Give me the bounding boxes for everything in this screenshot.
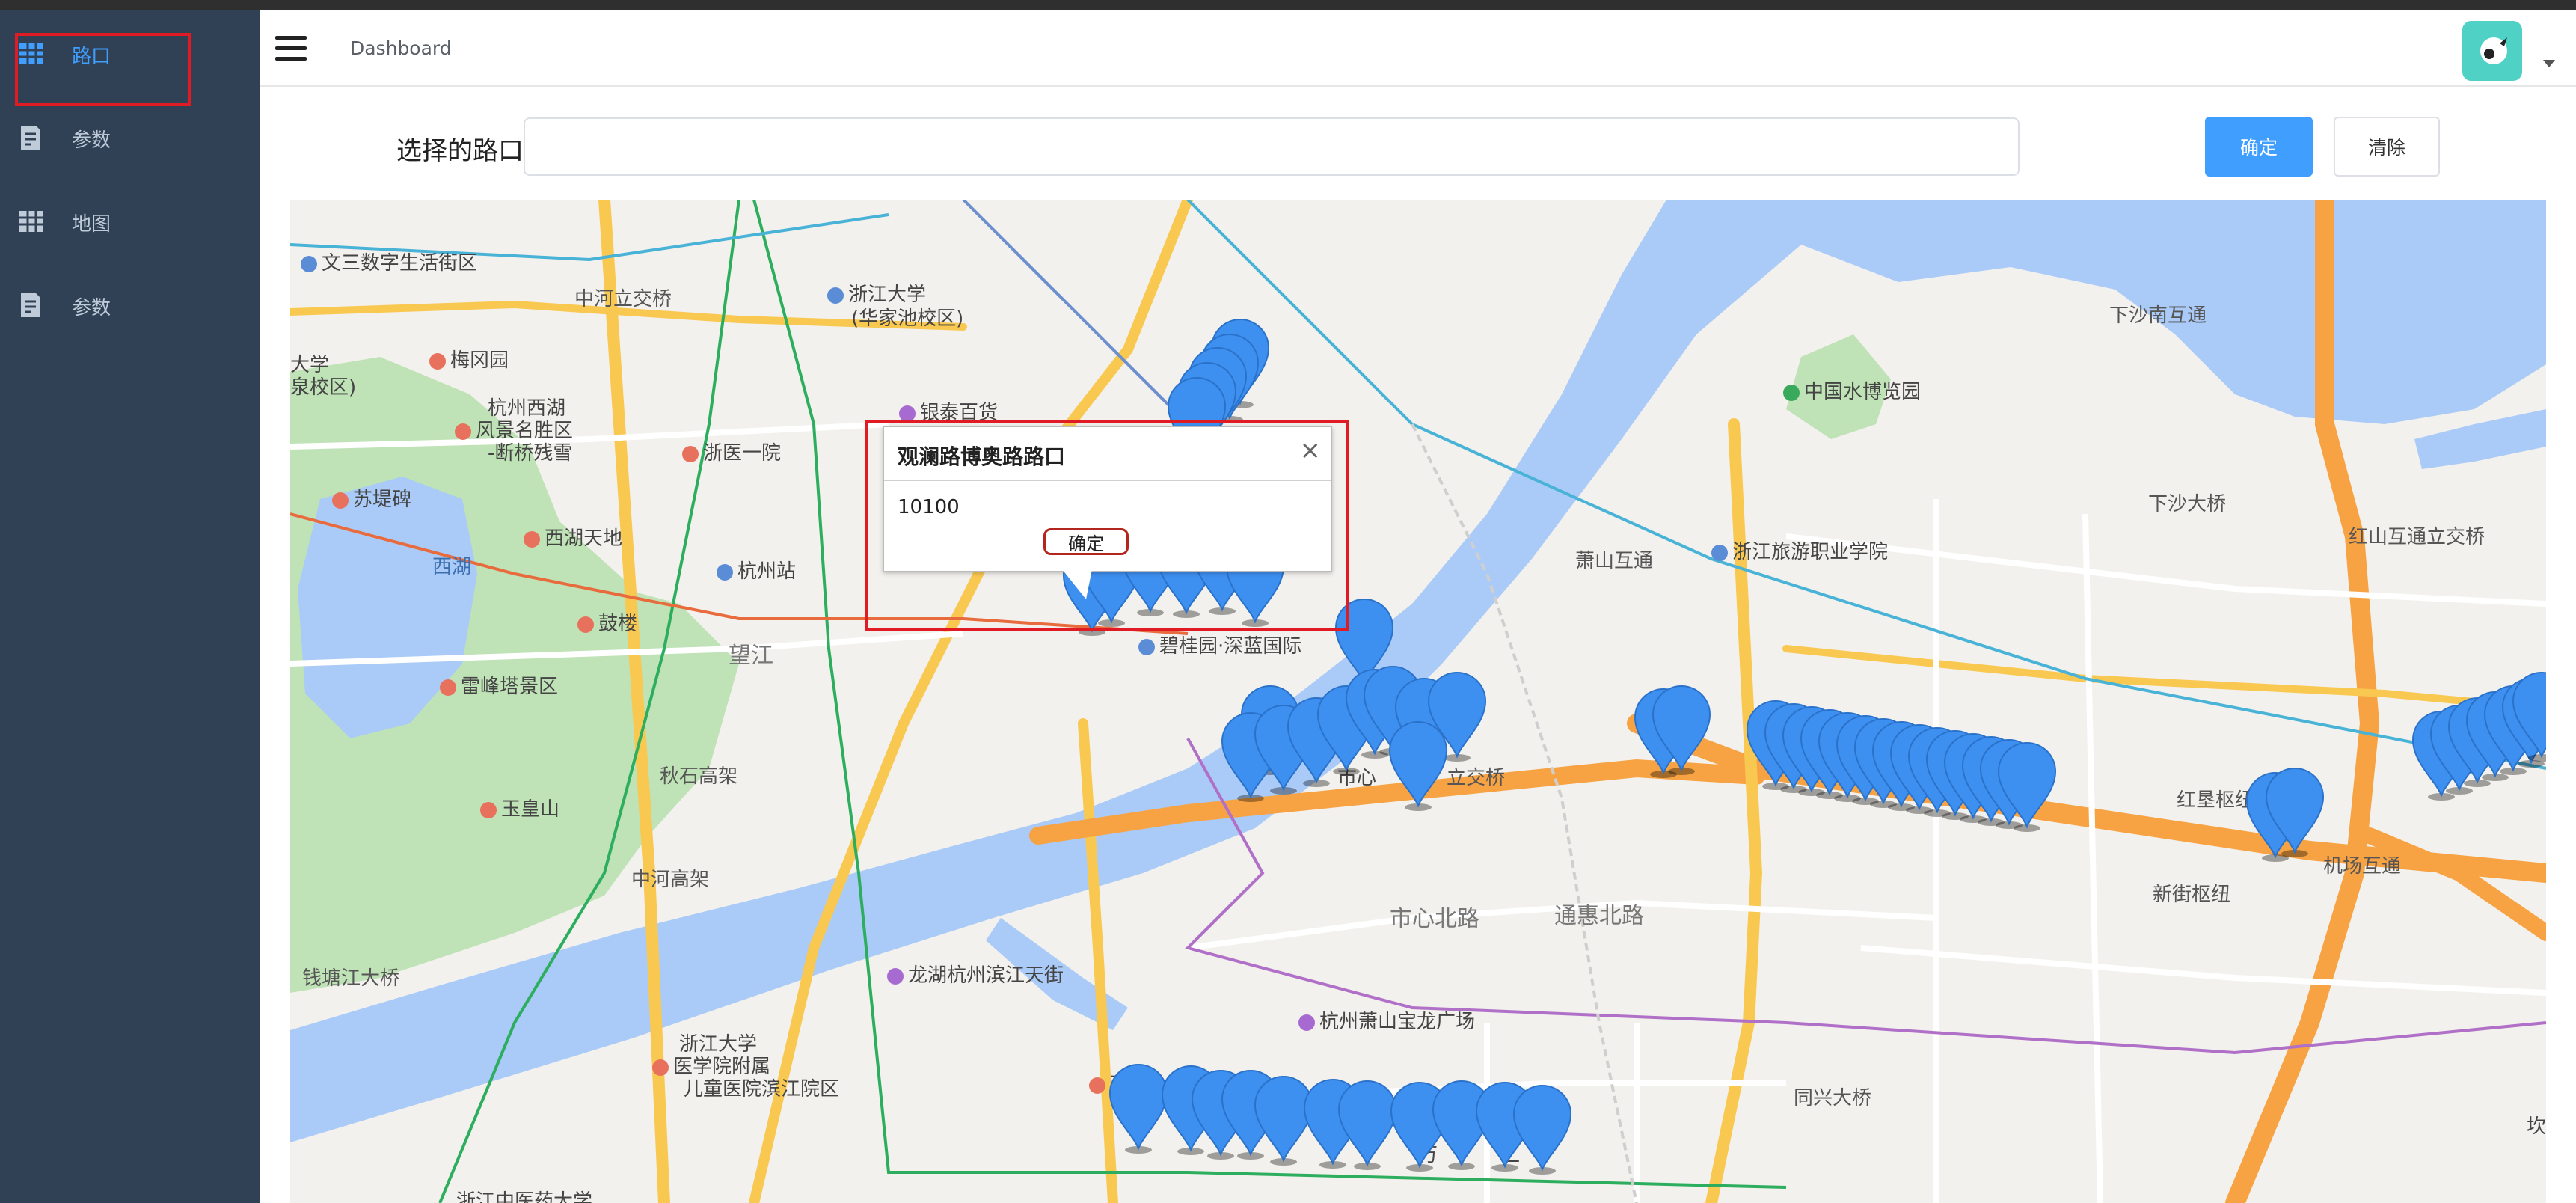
map-marker-icon[interactable]	[2263, 765, 2326, 858]
poi-icon	[1711, 545, 1728, 561]
poi-icon	[1089, 1077, 1105, 1094]
map-label: 杭州站	[717, 556, 796, 584]
sidebar-item-params-2[interactable]: 参数	[0, 269, 260, 343]
map-label: 市心北路	[1390, 906, 1479, 932]
poi-icon	[1138, 639, 1155, 655]
map-label: 玉皇山	[480, 794, 559, 821]
map-label: 新街枢纽	[2153, 884, 2231, 906]
map-label: 通惠北路	[1554, 903, 1644, 929]
poi-icon	[480, 802, 497, 818]
sidebar-item-label: 参数	[72, 129, 111, 152]
close-icon[interactable]: ×	[1300, 438, 1322, 463]
poi-icon	[827, 287, 844, 304]
map-label: 碧桂园·深蓝国际	[1138, 631, 1301, 658]
map-label: 儿童医院滨江院区	[684, 1078, 840, 1101]
map-label: 钱塘江大桥	[302, 967, 400, 990]
caret-down-icon[interactable]	[2543, 60, 2555, 67]
map-label: 西湖	[432, 556, 472, 578]
map-marker-icon[interactable]	[1650, 683, 1713, 776]
navbar: Dashboard	[260, 10, 2576, 87]
select-label: 选择的路口	[396, 136, 524, 166]
popup-title: 观澜路博奥路路口	[898, 444, 1066, 469]
map-label: 中河立交桥	[574, 288, 672, 310]
sidebar-item-label: 地图	[72, 212, 111, 236]
avatar-icon[interactable]	[2462, 21, 2522, 81]
sidebar-item-map[interactable]: 地图	[0, 186, 260, 259]
map-label: 梅冈园	[429, 345, 509, 373]
popup-confirm-button[interactable]: 确定	[1043, 528, 1129, 555]
map-label: 下沙大桥	[2148, 493, 2227, 515]
poi-icon	[1783, 385, 1800, 401]
map-label: 萧山互通	[1575, 550, 1654, 572]
map-label: 中国水博览园	[1783, 376, 1921, 404]
map-label: 浙医一院	[682, 438, 781, 465]
sidebar-item-label: 参数	[72, 296, 111, 319]
map-marker-icon[interactable]	[1511, 1083, 1574, 1175]
map-marker-icon[interactable]	[2510, 670, 2546, 762]
poi-icon	[652, 1059, 669, 1076]
popup-tail	[1062, 569, 1092, 599]
poi-icon	[1298, 1014, 1315, 1031]
poi-icon	[301, 256, 317, 272]
poi-icon	[682, 446, 699, 462]
map-marker-icon[interactable]	[1387, 719, 1450, 812]
map-label: 杭州萧山宝龙广场	[1298, 1006, 1475, 1034]
map-label: 西湖天地	[524, 523, 622, 551]
breadcrumb[interactable]: Dashboard	[350, 37, 452, 59]
hamburger-icon[interactable]	[275, 36, 307, 61]
map-label: 下沙南互通	[2109, 304, 2207, 327]
map-label: 苏堤碑	[332, 484, 411, 512]
document-icon	[21, 126, 40, 150]
map-canvas[interactable]: 文三数字生活街区 中河立交桥 浙江大学 (华家池校区) 大学 泉校区) 梅冈园 …	[290, 200, 2546, 1203]
map-label: 中河高架	[631, 869, 710, 891]
map-label: 秋石高架	[660, 765, 738, 788]
document-icon	[21, 293, 40, 317]
browser-top-strip	[0, 0, 2576, 10]
sidebar: 路口 参数 地图 参数	[0, 10, 260, 1203]
poi-icon	[429, 353, 446, 370]
map-label: 望江	[729, 643, 773, 669]
map-label: 鼓楼	[577, 608, 637, 636]
intersection-select-input[interactable]	[524, 117, 2020, 176]
poi-icon	[717, 564, 733, 581]
confirm-button[interactable]: 确定	[2205, 117, 2313, 177]
map-label: 红垦枢纽	[2177, 789, 2255, 812]
map-label: 浙江中医药大学	[456, 1190, 593, 1203]
highlight-box	[15, 33, 191, 106]
map-label: 龙湖杭州滨江天街	[887, 960, 1064, 988]
map-label: (华家池校区)	[851, 307, 964, 330]
poi-icon	[332, 492, 349, 509]
poi-icon	[524, 531, 540, 548]
map-label: 坎	[2527, 1115, 2546, 1138]
poi-icon	[455, 423, 471, 440]
poi-icon	[887, 968, 904, 985]
map-label: 红山互通立交桥	[2349, 526, 2485, 548]
map-label: 同兴大桥	[1794, 1087, 1872, 1109]
map-label: -断桥残雪	[488, 442, 573, 465]
map-label: 浙江旅游职业学院	[1711, 536, 1888, 564]
clear-button[interactable]: 清除	[2334, 117, 2440, 177]
map-label: 泉校区)	[290, 376, 357, 399]
map-marker-icon[interactable]	[1996, 740, 2058, 833]
intersection-popup: 观澜路博奥路路口 × 10100 确定	[883, 426, 1332, 572]
popup-value: 10100	[898, 496, 960, 518]
map-label: 机场互通	[2323, 855, 2402, 878]
map-label: 文三数字生活街区	[301, 248, 477, 275]
grid-icon	[19, 211, 43, 232]
poi-icon	[577, 616, 594, 633]
sidebar-item-params[interactable]: 参数	[0, 102, 260, 175]
map-label: 雷峰塔景区	[440, 671, 558, 699]
popup-header: 观澜路博奥路路口 ×	[884, 427, 1331, 481]
poi-icon	[440, 679, 456, 696]
